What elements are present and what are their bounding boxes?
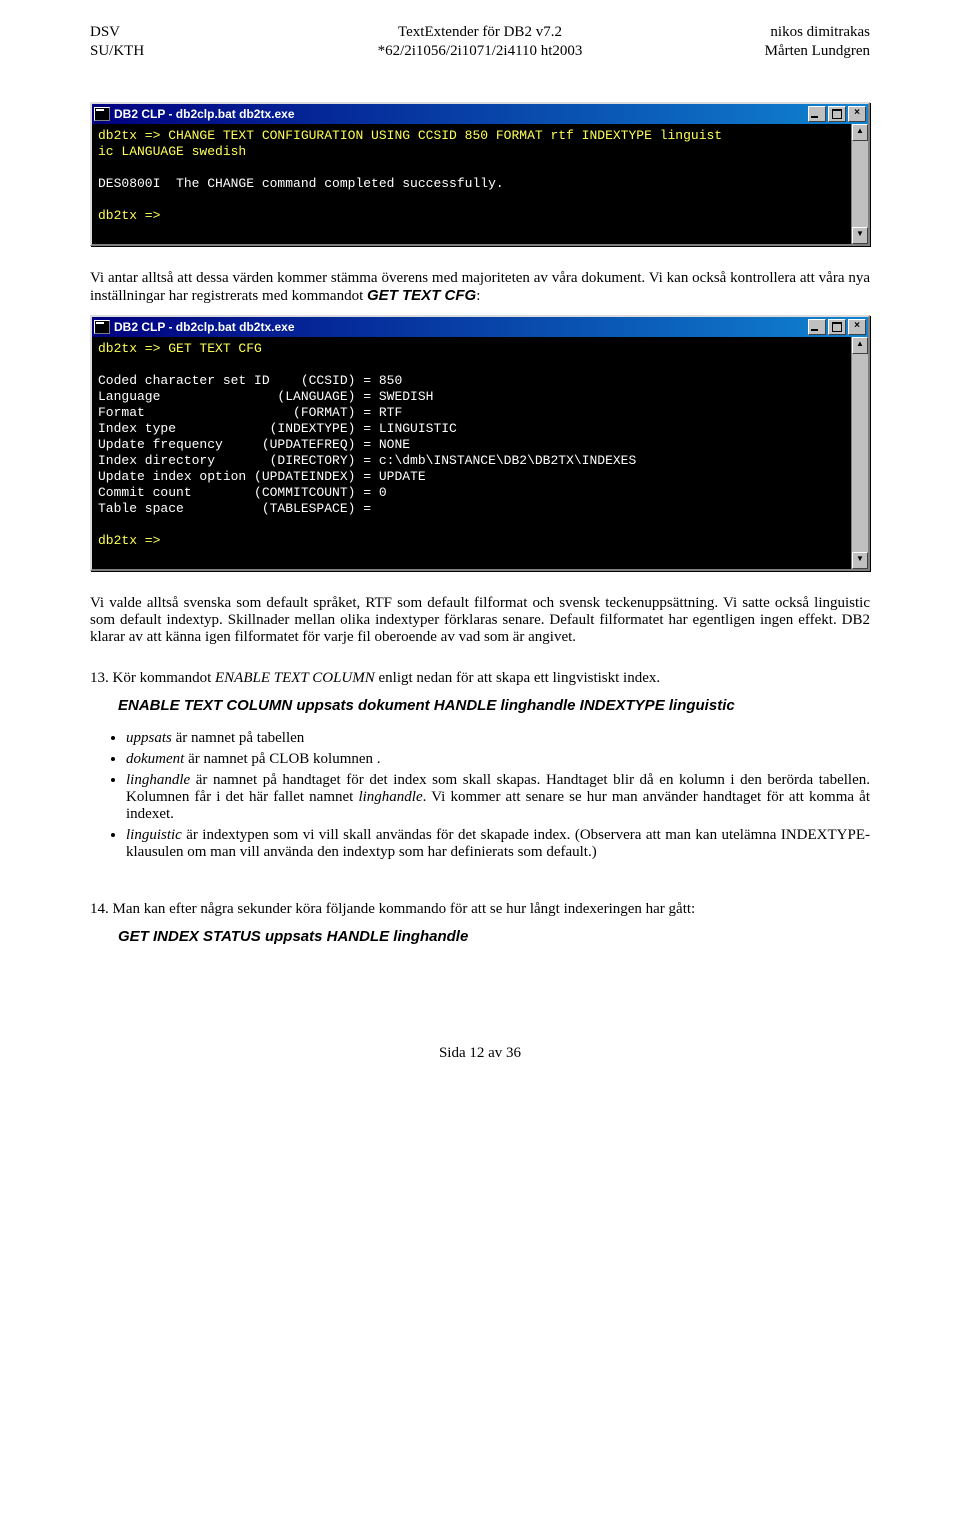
step-14-text: Man kan efter några sekunder köra följan… [113, 901, 696, 917]
console-icon [94, 320, 110, 334]
console-1-body: db2tx => CHANGE TEXT CONFIGURATION USING… [92, 124, 851, 244]
window-buttons: × [808, 106, 866, 122]
maximize-button[interactable] [828, 319, 846, 335]
step-14: 14. Man kan efter några sekunder köra fö… [90, 901, 870, 918]
scroll-up-icon[interactable]: ▲ [852, 124, 868, 141]
header-center-2: *62/2i1056/2i1071/2i4110 ht2003 [350, 43, 610, 60]
maximize-button[interactable] [828, 106, 846, 122]
bullet-2-em: dokument [126, 751, 184, 767]
bullet-2-text: är namnet på CLOB kolumnen . [184, 751, 380, 767]
console-1-prompt: db2tx => [98, 208, 160, 223]
page-footer: Sida 12 av 36 [90, 1045, 870, 1062]
console-2-prompt: db2tx => [98, 533, 160, 548]
paragraph-1: Vi antar alltså att dessa värden kommer … [90, 270, 870, 305]
console-1-cmd: db2tx => CHANGE TEXT CONFIGURATION USING… [98, 128, 722, 159]
header-left-2: SU/KTH [90, 43, 350, 60]
console-1-result: DES0800I The CHANGE command completed su… [98, 176, 504, 191]
header-right-1: nikos dimitrakas [610, 24, 870, 41]
bullet-list: uppsats är namnet på tabellen dokument ä… [90, 730, 870, 861]
minimize-button[interactable] [808, 319, 826, 335]
bullet-3: linghandle är namnet på handtaget för de… [126, 772, 870, 823]
step-14-number: 14. [90, 901, 109, 917]
scroll-down-icon[interactable]: ▼ [852, 227, 868, 244]
step-13-number: 13. [90, 670, 109, 686]
bullet-1: uppsats är namnet på tabellen [126, 730, 870, 747]
bullet-1-em: uppsats [126, 730, 172, 746]
console-2-body: db2tx => GET TEXT CFG Coded character se… [92, 337, 851, 569]
console-1-titlebar: DB2 CLP - db2clp.bat db2tx.exe × [92, 104, 868, 124]
minimize-button[interactable] [808, 106, 826, 122]
scrollbar[interactable]: ▲ ▼ [851, 337, 868, 569]
console-window-1: DB2 CLP - db2clp.bat db2tx.exe × db2tx =… [90, 102, 870, 246]
step-13-text-a: Kör kommandot [113, 670, 216, 686]
command-13: ENABLE TEXT COLUMN uppsats dokument HAND… [118, 697, 870, 714]
page: DSV TextExtender för DB2 v7.2 nikos dimi… [0, 0, 960, 1122]
bullet-4-em: linguistic [126, 827, 182, 843]
console-2-output: Coded character set ID (CCSID) = 850 Lan… [98, 373, 636, 516]
bullet-3-em: linghandle [126, 772, 190, 788]
console-2-cmd: db2tx => GET TEXT CFG [98, 341, 262, 356]
console-1-title: DB2 CLP - db2clp.bat db2tx.exe [114, 107, 295, 121]
scroll-up-icon[interactable]: ▲ [852, 337, 868, 354]
bullet-2: dokument är namnet på CLOB kolumnen . [126, 751, 870, 768]
inline-command-1: GET TEXT CFG [367, 287, 476, 304]
paragraph-2: Vi valde alltså svenska som default språ… [90, 595, 870, 646]
console-window-2: DB2 CLP - db2clp.bat db2tx.exe × db2tx =… [90, 315, 870, 571]
command-14: GET INDEX STATUS uppsats HANDLE linghand… [118, 928, 870, 945]
bullet-4: linguistic är indextypen som vi vill ska… [126, 827, 870, 861]
header-row-1: DSV TextExtender för DB2 v7.2 nikos dimi… [90, 24, 870, 41]
scroll-down-icon[interactable]: ▼ [852, 552, 868, 569]
step-13-command-name: ENABLE TEXT COLUMN [215, 670, 375, 686]
header-right-2: Mårten Lundgren [610, 43, 870, 60]
step-13-text-c: enligt nedan för att skapa ett lingvisti… [375, 670, 660, 686]
step-13: 13. Kör kommandot ENABLE TEXT COLUMN enl… [90, 670, 870, 687]
console-2-titlebar: DB2 CLP - db2clp.bat db2tx.exe × [92, 317, 868, 337]
bullet-4-text: är indextypen som vi vill skall användas… [126, 827, 870, 860]
close-button[interactable]: × [848, 106, 866, 122]
scrollbar[interactable]: ▲ ▼ [851, 124, 868, 244]
close-button[interactable]: × [848, 319, 866, 335]
header-left-1: DSV [90, 24, 350, 41]
bullet-1-text: är namnet på tabellen [172, 730, 304, 746]
header-center-1: TextExtender för DB2 v7.2 [350, 24, 610, 41]
header-row-2: SU/KTH *62/2i1056/2i1071/2i4110 ht2003 M… [90, 43, 870, 60]
paragraph-1-end: : [476, 288, 480, 304]
window-buttons: × [808, 319, 866, 335]
console-2-title: DB2 CLP - db2clp.bat db2tx.exe [114, 320, 295, 334]
bullet-3-em2: linghandle [358, 789, 422, 805]
console-icon [94, 107, 110, 121]
